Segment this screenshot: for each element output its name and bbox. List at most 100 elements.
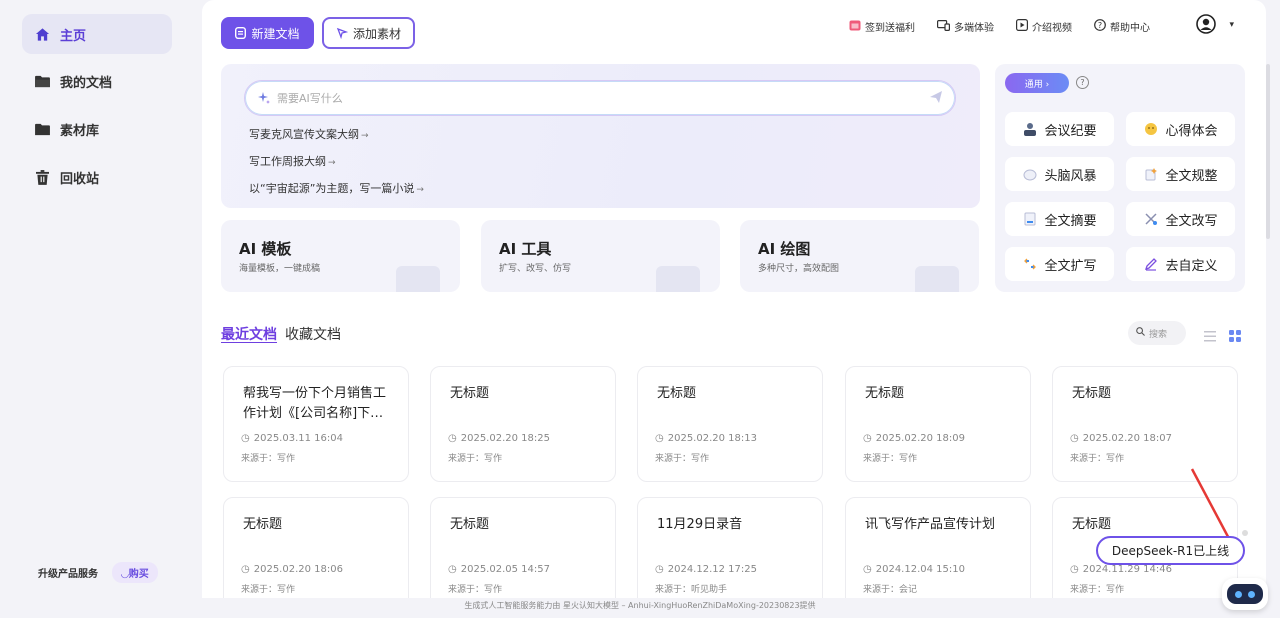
- quick-action-rewrite[interactable]: 全文改写: [1126, 202, 1235, 236]
- assistant-robot-icon[interactable]: [1222, 578, 1268, 610]
- sidebar-item-trash[interactable]: 回收站: [22, 157, 172, 197]
- document-source: 来源于：写作: [655, 454, 710, 464]
- document-card[interactable]: 帮我写一份下个月销售工作计划《[公司名称]下个月销售工作计划》 ◷2025.03…: [223, 366, 409, 482]
- close-icon[interactable]: [1242, 530, 1248, 536]
- document-card[interactable]: 11月29日录音 ◷ 2024.12.12 17:25 来源于：听见助手: [637, 497, 823, 598]
- clock-icon: ◷: [1070, 433, 1079, 444]
- feature-subtitle: 扩写、改写、仿写: [499, 264, 572, 274]
- document-card[interactable]: 无标题 ◷ 2025.02.20 18:13 来源于：写作: [637, 366, 823, 482]
- prompt-suggestion[interactable]: 以“宇宙起源”为主题，写一篇小说 →: [249, 180, 424, 196]
- quick-action-brainstorm[interactable]: 头脑风暴: [1005, 157, 1114, 191]
- document-title: 无标题: [1072, 386, 1112, 401]
- document-date-text: 2025.02.05 14:57: [460, 564, 550, 575]
- chevron-down-icon[interactable]: ▾: [1229, 20, 1234, 30]
- document-title: 无标题: [657, 386, 697, 401]
- feature-card-ai-drawing[interactable]: AI 绘图 多种尺寸，高效配图: [740, 220, 979, 292]
- rewrite-icon: [1143, 211, 1159, 227]
- top-link-help[interactable]: ? 帮助中心: [1094, 19, 1150, 34]
- trash-icon: [34, 169, 50, 185]
- add-material-button[interactable]: 添加素材: [322, 17, 415, 49]
- document-date: ◷ 2025.02.20 18:07: [1070, 433, 1172, 444]
- quick-action-label: 全文规整: [1165, 168, 1218, 184]
- new-document-label: 新建文档: [251, 26, 300, 41]
- suggestion-text: 以“宇宙起源”为主题，写一篇小说: [249, 182, 415, 195]
- clock-icon: ◷: [655, 564, 664, 575]
- list-view-icon[interactable]: [1204, 327, 1216, 346]
- category-dropdown[interactable]: 通用 ›: [1005, 73, 1069, 93]
- quick-action-label: 全文扩写: [1044, 258, 1097, 274]
- quick-action-expand[interactable]: 全文扩写: [1005, 247, 1114, 281]
- clock-icon: ◷: [1070, 564, 1079, 575]
- quick-action-organize[interactable]: 全文规整: [1126, 157, 1235, 191]
- document-search-input[interactable]: 搜索: [1128, 321, 1186, 345]
- document-card[interactable]: 无标题 ◷ 2025.02.20 18:07 来源于：写作: [1052, 366, 1238, 482]
- top-link-label: 签到送福利: [865, 23, 915, 34]
- brain-icon: [1022, 166, 1038, 182]
- add-material-label: 添加素材: [352, 26, 401, 41]
- document-source: 来源于：会记: [863, 585, 918, 595]
- quick-action-label: 去自定义: [1165, 258, 1218, 274]
- document-card[interactable]: 无标题 ◷ 2025.02.20 18:06 来源于：写作: [223, 497, 409, 598]
- quick-action-summary[interactable]: 全文摘要: [1005, 202, 1114, 236]
- quick-action-label: 会议纪要: [1044, 123, 1097, 139]
- robot-eye: [1235, 590, 1242, 598]
- document-card[interactable]: 无标题 ◷ 2025.02.05 14:57 来源于：写作: [430, 497, 616, 598]
- thinking-icon: [1143, 121, 1159, 137]
- sidebar-item-my-docs[interactable]: 我的文档: [22, 61, 172, 101]
- clock-icon: ◷: [448, 564, 457, 575]
- quick-action-custom[interactable]: 去自定义: [1126, 247, 1235, 281]
- top-link-label: 多端体验: [954, 23, 994, 34]
- top-link-checkin[interactable]: 签到送福利: [849, 19, 915, 34]
- quick-action-meeting-notes[interactable]: 会议纪要: [1005, 112, 1114, 146]
- quick-action-reflection[interactable]: 心得体会: [1126, 112, 1235, 146]
- quick-actions-panel: 通用 › ? 会议纪要 心得体会 头脑风暴 全文规整 全文摘要 全文改写 全文扩…: [995, 64, 1245, 292]
- clock-icon: ◷: [448, 433, 457, 444]
- document-card[interactable]: 讯飞写作产品宣传计划 ◷ 2024.12.04 15:10 来源于：会记: [845, 497, 1031, 598]
- top-link-video[interactable]: 介绍视频: [1016, 19, 1072, 34]
- top-links: 签到送福利 多端体验 介绍视频 ? 帮助中心: [849, 19, 1150, 34]
- upgrade-section: 升级产品服务 ◡购买: [38, 562, 158, 583]
- buy-label: 购买: [128, 569, 149, 580]
- help-icon[interactable]: ?: [1076, 76, 1089, 89]
- ai-prompt-input[interactable]: 需要AI写什么: [244, 80, 956, 116]
- sidebar-item-label: 我的文档: [60, 75, 113, 91]
- document-date-text: 2025.02.20 18:25: [460, 433, 550, 444]
- feature-card-ai-tools[interactable]: AI 工具 扩写、改写、仿写: [481, 220, 720, 292]
- prompt-suggestion[interactable]: 写麦克风宣传文案大纲 →: [249, 126, 369, 142]
- sidebar-item-label: 素材库: [60, 123, 100, 139]
- document-card[interactable]: 无标题 ◷ 2025.02.20 18:09 来源于：写作: [845, 366, 1031, 482]
- document-date-text: 2024.12.04 15:10: [875, 564, 965, 575]
- avatar[interactable]: [1196, 14, 1216, 34]
- footer-notice: 生成式人工智能服务能力由 星火认知大模型 – Anhui-XingHuoRenZ…: [464, 601, 816, 610]
- sidebar-item-home[interactable]: 主页: [22, 14, 172, 54]
- send-icon[interactable]: [929, 90, 943, 107]
- deepseek-announcement-bubble[interactable]: DeepSeek-R1已上线: [1096, 536, 1245, 565]
- new-document-button[interactable]: 新建文档: [221, 17, 314, 49]
- document-date-text: 2025.02.20 18:06: [253, 564, 343, 575]
- document-date: ◷ 2025.02.20 18:13: [655, 433, 757, 444]
- tab-favorite-documents[interactable]: 收藏文档: [285, 324, 341, 344]
- feature-card-ai-template[interactable]: AI 模板 海量模板，一键成稿: [221, 220, 460, 292]
- document-card[interactable]: 无标题 ◷ 2025.02.20 18:25 来源于：写作: [430, 366, 616, 482]
- arrow-right-icon: →: [416, 185, 424, 195]
- document-date: ◷ 2024.12.12 17:25: [655, 564, 757, 575]
- document-date-text: 2024.11.29 14:46: [1082, 564, 1172, 575]
- tools-illustration-icon: [656, 266, 700, 292]
- suggestion-text: 写工作周报大纲: [249, 155, 326, 168]
- document-source: 来源于：写作: [448, 454, 503, 464]
- grid-view-icon[interactable]: [1229, 327, 1241, 346]
- document-date: ◷ 2024.12.04 15:10: [863, 564, 965, 575]
- document-title: 帮我写一份下个月销售工作计划《[公司名称]下个月销售工作计划》: [243, 386, 387, 421]
- tab-recent-documents[interactable]: 最近文档: [221, 324, 277, 344]
- sparkle-icon: [257, 91, 271, 105]
- ai-prompt-panel: 需要AI写什么 写麦克风宣传文案大纲 → 写工作周报大纲 → 以“宇宙起源”为主题，…: [221, 64, 980, 208]
- scrollbar[interactable]: [1266, 64, 1270, 239]
- top-link-label: 帮助中心: [1110, 23, 1150, 34]
- buy-button[interactable]: ◡购买: [112, 562, 158, 583]
- sidebar-item-materials[interactable]: 素材库: [22, 109, 172, 149]
- top-link-multi-device[interactable]: 多端体验: [937, 19, 994, 34]
- document-source: 来源于：写作: [1070, 585, 1125, 595]
- prompt-suggestion[interactable]: 写工作周报大纲 →: [249, 153, 336, 169]
- document-date-text: 2025.02.20 18:09: [875, 433, 965, 444]
- feature-title: AI 绘图: [758, 240, 811, 258]
